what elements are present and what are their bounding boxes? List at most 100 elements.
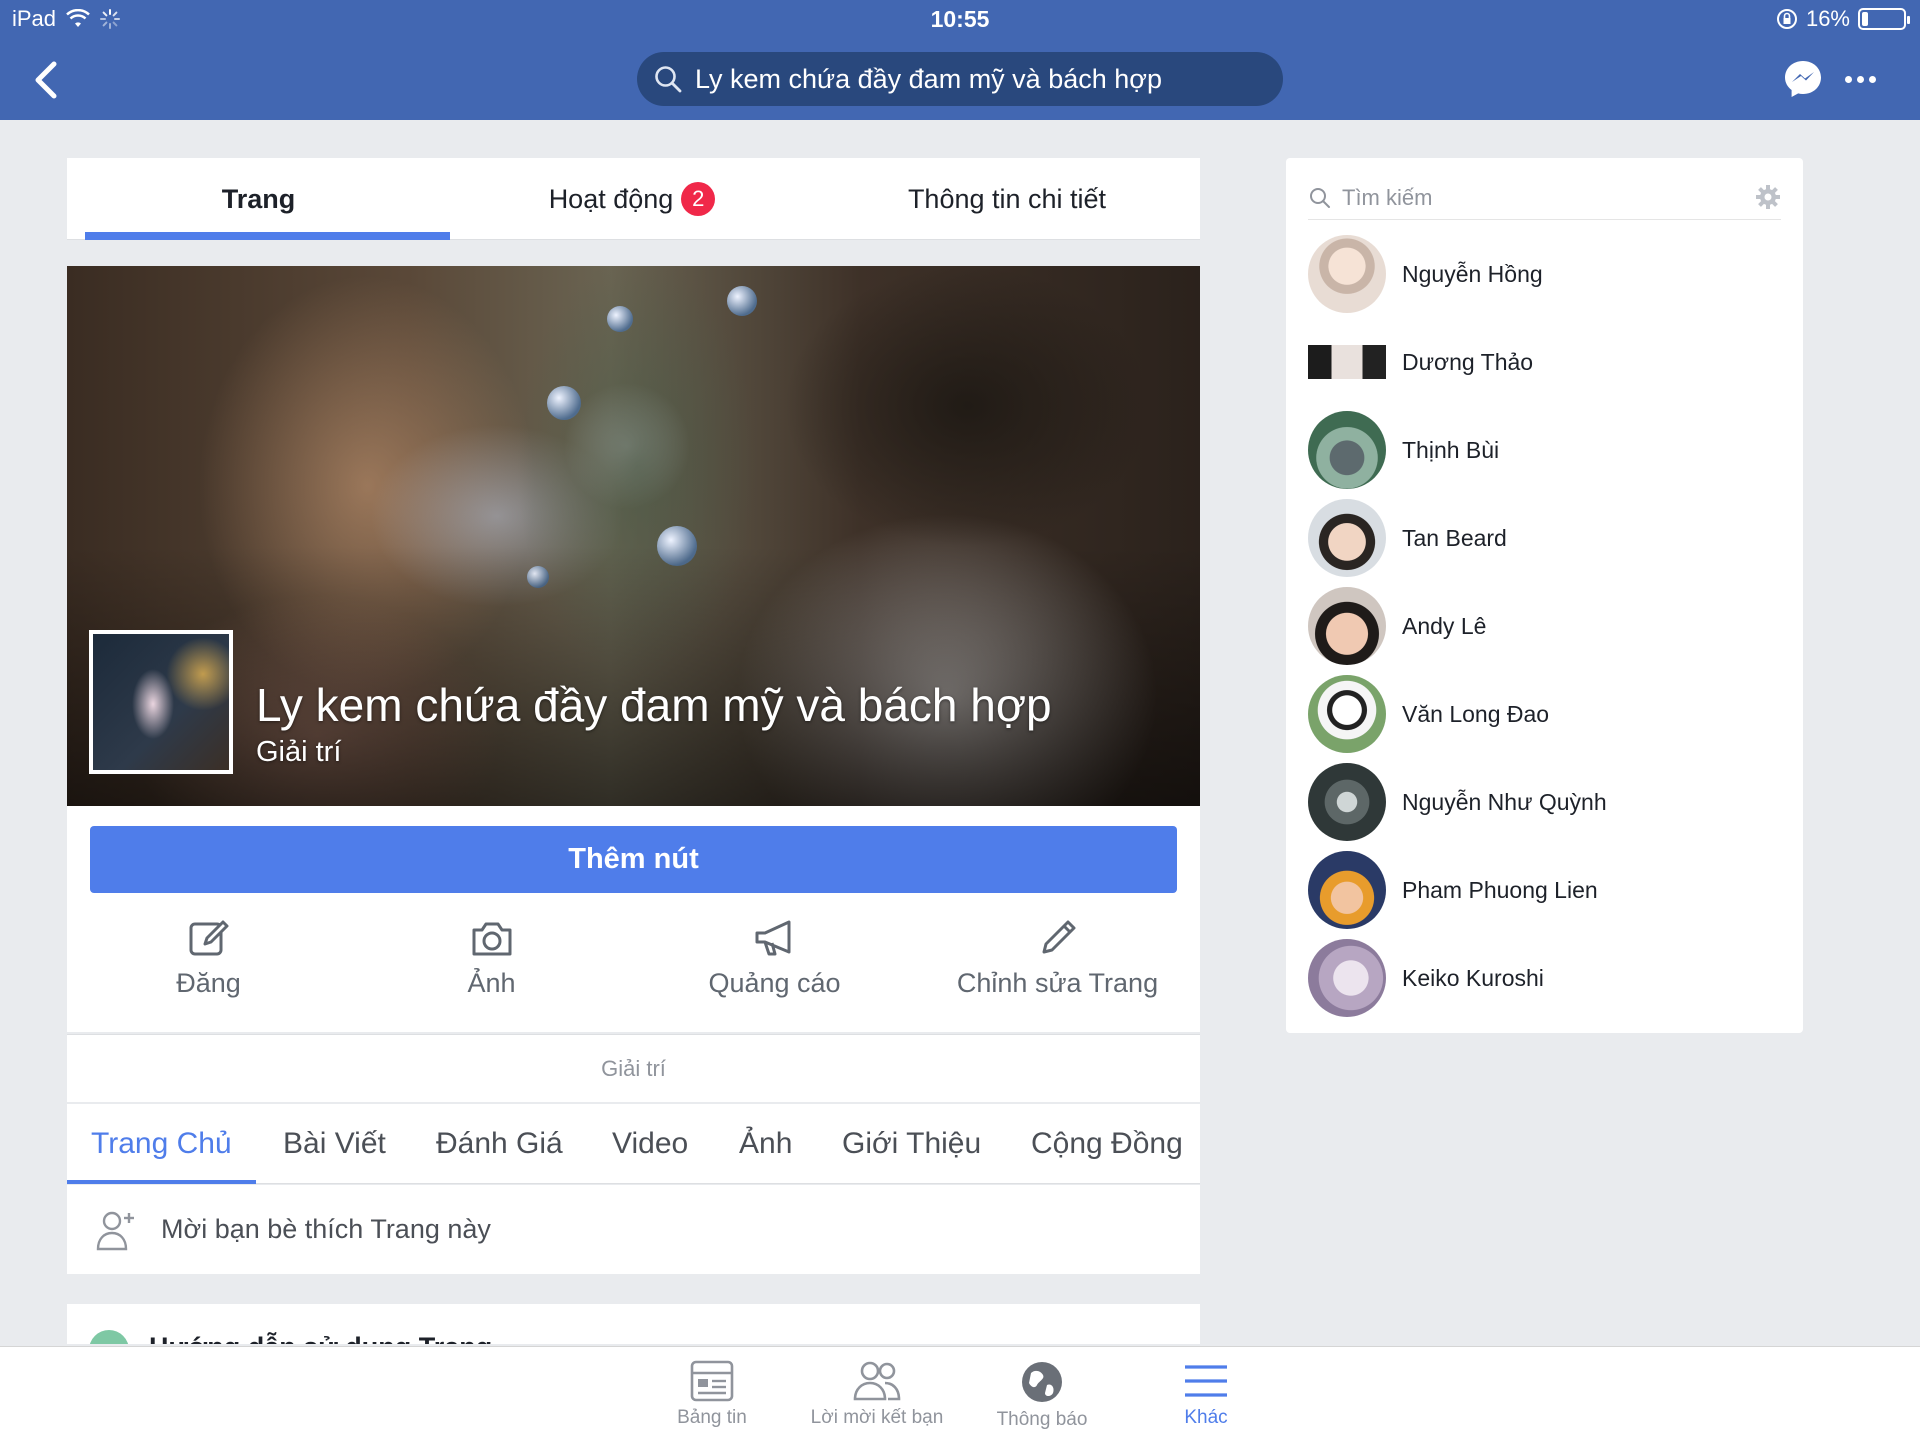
friend-requests-icon (853, 1361, 901, 1401)
category-text: Giải trí (601, 1055, 666, 1081)
avatar (1308, 235, 1386, 313)
clock: 10:55 (930, 6, 990, 32)
nav-tab-cong-dong[interactable]: Cộng Đồng (1031, 1104, 1183, 1184)
tab-trang[interactable]: Trang (67, 158, 450, 240)
invite-text: Mời bạn bè thích Trang này (161, 1214, 491, 1244)
contact-name: Thịnh Bùi (1402, 436, 1500, 463)
nav-tab-label: Ảnh (739, 1127, 793, 1160)
back-button[interactable] (28, 58, 68, 102)
nav-tab-anh[interactable]: Ảnh (739, 1104, 792, 1184)
nav-tab-label: Cộng Đồng (1031, 1127, 1183, 1160)
tab-more[interactable]: Khác (1126, 1359, 1286, 1429)
contact-name: Nguyễn Như Quỳnh (1402, 788, 1607, 815)
guide-card[interactable]: Hướng dẫn sử dụng Trang (67, 1304, 1200, 1344)
battery-percent: 16% (1805, 6, 1850, 31)
avatar (1308, 345, 1386, 379)
tab-thong-tin-chi-tiet[interactable]: Thông tin chi tiết (814, 158, 1200, 240)
contact-item[interactable]: Keiko Kuroshi (1308, 938, 1781, 1018)
action-label: Đăng (176, 968, 241, 998)
back-chevron-icon (35, 61, 57, 99)
search-icon (1310, 187, 1330, 208)
action-label: Ảnh (467, 968, 516, 998)
contact-item[interactable]: Thịnh Bùi (1308, 410, 1781, 490)
ad-action[interactable]: Quảng cáo (633, 914, 916, 999)
photo-action[interactable]: Ảnh (350, 914, 633, 999)
more-icon (1869, 75, 1876, 83)
contact-item[interactable]: Andy Lê (1308, 586, 1781, 666)
tab-news-feed[interactable]: Bảng tin (632, 1359, 792, 1429)
pencil-icon (1042, 920, 1075, 954)
avatar (1308, 411, 1386, 489)
nav-tab-bai-viet[interactable]: Bài Viết (283, 1104, 386, 1184)
avatar (1308, 499, 1386, 577)
contact-name: Pham Phuong Lien (1402, 876, 1598, 903)
more-icon (1857, 75, 1864, 83)
contact-name: Nguyễn Hồng (1402, 260, 1543, 287)
active-tab-indicator (85, 232, 450, 240)
rotation-lock-icon (1776, 9, 1797, 29)
search-bar[interactable]: Ly kem chứa đầy đam mỹ và bách hợp (637, 52, 1283, 106)
tab-label: Thông tin chi tiết (907, 183, 1107, 214)
nav-tab-gioi-thieu[interactable]: Giới Thiệu (842, 1104, 981, 1184)
tab-friend-requests[interactable]: Lời mời kết bạn (797, 1359, 957, 1429)
contact-name: Dương Thảo (1402, 348, 1534, 375)
ornament (547, 386, 581, 420)
battery-fill (1862, 12, 1868, 26)
invite-friends-row[interactable]: Mời bạn bè thích Trang này (67, 1185, 1200, 1274)
tab-hoat-dong[interactable]: Hoạt động 2 (450, 158, 814, 240)
ornament (727, 286, 757, 316)
megaphone-icon (755, 920, 790, 956)
page-title: Ly kem chứa đầy đam mỹ và bách hợp (256, 679, 1052, 731)
contact-item[interactable]: Nguyễn Như Quỳnh (1308, 762, 1781, 842)
nav-tab-danh-gia[interactable]: Đánh Giá (436, 1104, 563, 1184)
post-action[interactable]: Đăng (67, 914, 350, 999)
contact-item[interactable]: Tan Beard (1308, 498, 1781, 578)
messenger-icon (1785, 61, 1821, 97)
contact-item[interactable]: Văn Long Đao (1308, 674, 1781, 754)
battery-icon (1858, 8, 1910, 30)
contact-item[interactable]: Pham Phuong Lien (1308, 850, 1781, 930)
add-friend-icon (96, 1211, 134, 1250)
contacts-search[interactable]: Tìm kiếm (1308, 176, 1781, 220)
contact-name: Tan Beard (1402, 524, 1507, 551)
nav-tab-label: Đánh Giá (436, 1127, 563, 1160)
cover-shade (67, 546, 1200, 806)
more-button[interactable] (1845, 64, 1881, 94)
contact-name: Keiko Kuroshi (1402, 964, 1544, 991)
guide-icon (89, 1330, 129, 1344)
add-button[interactable]: Thêm nút (90, 826, 1177, 893)
edit-page-action[interactable]: Chỉnh sửa Trang (916, 914, 1199, 999)
tab-label: Lời mời kết bạn (810, 1407, 944, 1428)
page-tabs: Trang Hoạt động 2 Thông tin chi tiết (67, 158, 1200, 240)
nav-tab-label: Giới Thiệu (842, 1127, 982, 1160)
nav-tab-trang-chu[interactable]: Trang Chủ (67, 1104, 256, 1184)
contact-name: Văn Long Đao (1402, 700, 1550, 727)
avatar (1308, 939, 1386, 1017)
action-label: Quảng cáo (708, 968, 841, 998)
page-category: Giải trí (256, 736, 342, 768)
camera-icon (472, 922, 511, 956)
tab-label: Thông báo (996, 1409, 1088, 1430)
gear-icon[interactable] (1755, 184, 1781, 210)
messenger-button[interactable] (1782, 58, 1824, 100)
menu-icon (1185, 1365, 1227, 1397)
nav-tab-video[interactable]: Video (612, 1104, 688, 1184)
avatar (1308, 851, 1386, 929)
avatar (1308, 675, 1386, 753)
tab-notifications[interactable]: Thông báo (962, 1359, 1122, 1431)
profile-picture[interactable] (89, 630, 233, 774)
guide-title: Hướng dẫn sử dụng Trang (149, 1332, 492, 1344)
nav-tab-label: Video (612, 1127, 689, 1160)
nav-tab-label: Trang Chủ (91, 1127, 232, 1160)
search-icon (655, 66, 682, 93)
globe-icon (1022, 1362, 1062, 1402)
page-header-card: Ly kem chứa đầy đam mỹ và bách hợp Giải … (67, 266, 1200, 1032)
search-placeholder: Tìm kiếm (1342, 184, 1433, 210)
contact-item[interactable]: Dương Thảo (1308, 322, 1781, 402)
page-nav-tabs: Trang Chủ Bài Viết Đánh Giá Video Ảnh Gi… (67, 1104, 1200, 1184)
cover-photo[interactable]: Ly kem chứa đầy đam mỹ và bách hợp Giải … (67, 266, 1200, 806)
category-row: Giải trí (67, 1034, 1200, 1102)
contact-item[interactable]: Nguyễn Hồng (1308, 234, 1781, 314)
nav-tab-label: Bài Viết (283, 1127, 386, 1160)
more-icon (1845, 75, 1852, 83)
